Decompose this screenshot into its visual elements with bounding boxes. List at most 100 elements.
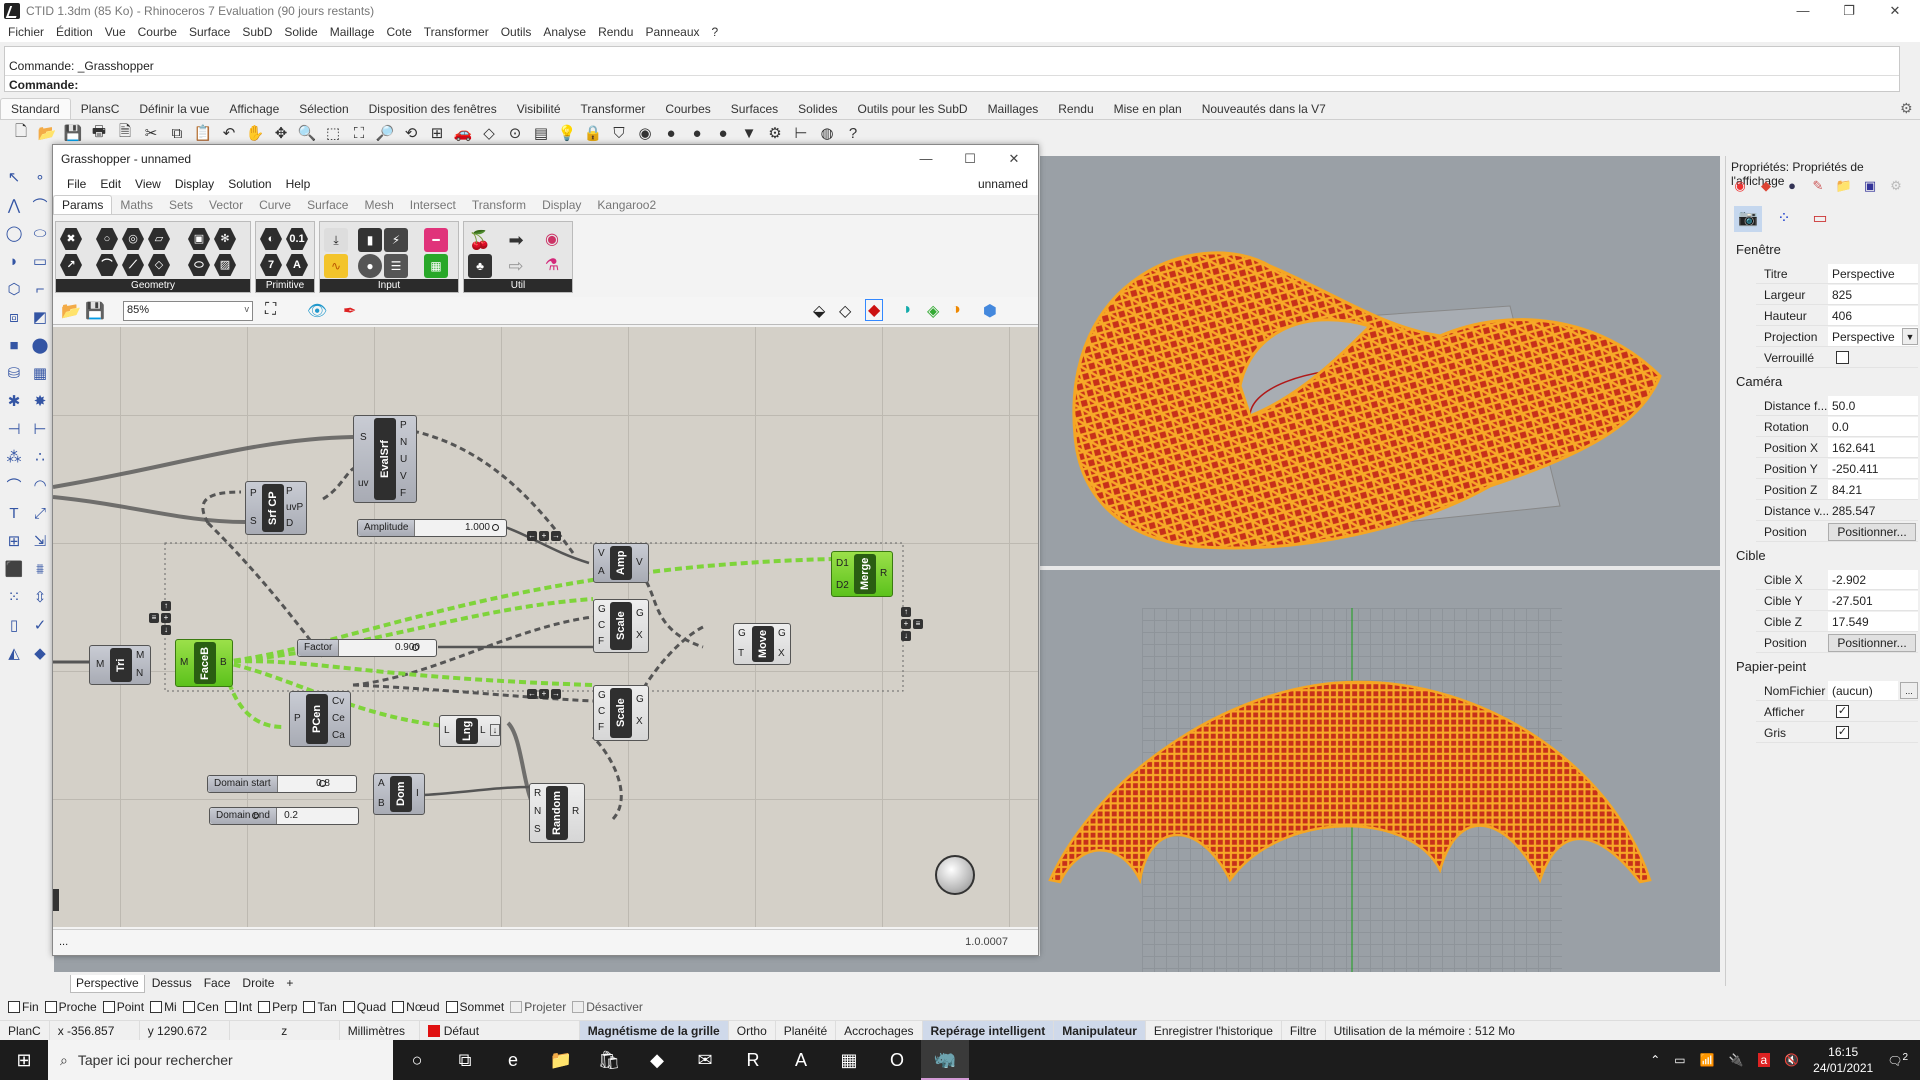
osnap-10[interactable]: Sommet <box>445 1000 504 1014</box>
preview-settings-icon[interactable]: ⬢ <box>983 301 997 321</box>
open-icon[interactable]: 📂 <box>36 122 58 144</box>
merge-component[interactable]: Merge D1 D2 R <box>831 551 893 597</box>
osnap-checkbox[interactable] <box>44 1001 57 1013</box>
polygon-icon[interactable]: ⬡ <box>2 277 26 301</box>
toolbar-tab[interactable]: Disposition des fenêtres <box>359 99 507 119</box>
wallpaper-file-field[interactable]: (aucun) <box>1828 681 1898 700</box>
zui-list-icon[interactable]: ≡ <box>913 619 923 629</box>
arrow-outline-icon[interactable]: ⇨ <box>504 254 528 278</box>
shade-sphere-icon[interactable]: ● <box>686 122 708 144</box>
viewport-tab[interactable]: Dessus <box>147 975 197 993</box>
value-list-icon[interactable]: ☰ <box>384 254 408 278</box>
boolean-toggle-icon[interactable]: ▮ <box>358 228 382 252</box>
filter-icon[interactable]: ▼ <box>738 122 760 144</box>
car-icon[interactable]: 🚗 <box>452 122 474 144</box>
gh-minimize-button[interactable]: — <box>903 148 949 170</box>
frame-icon[interactable]: ▭ <box>1806 206 1834 232</box>
properties-icon[interactable]: ⛉ <box>608 122 630 144</box>
texture-icon[interactable]: ✎ <box>1809 178 1827 196</box>
group-icon[interactable]: ⁂ <box>2 445 26 469</box>
ribbon-group-label[interactable]: Geometry <box>56 279 250 292</box>
close-button[interactable]: ✕ <box>1872 0 1918 22</box>
param-boolean-icon[interactable]: ◐ <box>260 228 282 250</box>
gh-menu-item[interactable]: Solution <box>228 177 271 191</box>
control-knob-icon[interactable]: ● <box>358 254 382 278</box>
windows-start-icon[interactable]: ⊞ <box>0 1050 48 1071</box>
osnap-checkbox[interactable] <box>342 1001 355 1013</box>
no-preview-icon[interactable]: ◇ <box>839 301 851 321</box>
osnap-checkbox[interactable] <box>102 1001 115 1013</box>
point-icon[interactable]: ∘ <box>28 165 52 189</box>
osnap-0[interactable]: Fin <box>8 1000 39 1014</box>
gh-tab[interactable]: Transform <box>464 196 534 214</box>
light-icon[interactable]: ● <box>1783 178 1801 196</box>
notifications-icon[interactable]: 🗨2 <box>1887 1052 1908 1068</box>
gh-tab[interactable]: Curve <box>251 196 299 214</box>
gradient-icon[interactable]: ━ <box>424 228 448 252</box>
slider-knob[interactable] <box>492 524 499 531</box>
toolbar-tab[interactable]: Visibilité <box>507 99 571 119</box>
target-place-button[interactable]: Positionner... <box>1828 634 1916 652</box>
param-number-icon[interactable]: 0.1 <box>286 228 308 250</box>
viewport-front[interactable] <box>1040 570 1720 972</box>
param-subd-icon[interactable]: ▨ <box>214 254 236 276</box>
meet-now-icon[interactable]: ▭ <box>1674 1053 1685 1067</box>
evalsrf-component[interactable]: EvalSrf S uv P N U V F <box>353 415 417 503</box>
toolbar-tab[interactable]: Outils pour les SubD <box>848 99 978 119</box>
verrouille-checkbox[interactable] <box>1836 351 1849 364</box>
ribbon-group-label[interactable]: Primitive <box>256 279 314 292</box>
puzzle-icon[interactable]: ✱ <box>2 389 26 413</box>
antivirus-icon[interactable]: a <box>1757 1053 1771 1067</box>
graph-mapper-icon[interactable]: ∿ <box>324 254 348 278</box>
layer-icon[interactable]: ▤ <box>530 122 552 144</box>
toolbar-tab[interactable]: Rendu <box>1048 99 1103 119</box>
toolbar-tab[interactable]: Standard <box>0 98 71 119</box>
check-icon[interactable]: ✓ <box>28 613 52 637</box>
domain-end-slider[interactable]: Domain end 0.2 <box>209 807 359 825</box>
menu-2[interactable]: Vue <box>105 25 126 39</box>
amp-component[interactable]: Amp V A V <box>593 543 649 583</box>
extrude-icon[interactable]: ⛁ <box>2 361 26 385</box>
param-curve-icon[interactable]: ◎ <box>122 228 144 250</box>
toolbar-tab[interactable]: Sélection <box>289 99 358 119</box>
rotation-field[interactable]: 0.0 <box>1828 417 1918 436</box>
viewport-tab[interactable]: Droite <box>237 975 279 993</box>
fillet-icon[interactable]: ⌐ <box>28 277 52 301</box>
status-toggle[interactable]: Magnétisme de la grille <box>579 1020 729 1041</box>
grasshopper-canvas[interactable]: EvalSrf S uv P N U V F Srf CP P S P uvP … <box>53 327 1038 927</box>
help-panel-icon[interactable]: ▣ <box>1861 178 1879 196</box>
gh-tab[interactable]: Intersect <box>402 196 464 214</box>
color-wheel-icon[interactable]: ◉ <box>1731 178 1749 196</box>
lng-component[interactable]: Lng L L ↓ <box>439 715 501 747</box>
osnap-9[interactable]: Nœud <box>392 1000 440 1014</box>
preview-eye-icon[interactable]: 👁 <box>307 301 327 321</box>
toolbar-tab[interactable]: Affichage <box>219 99 289 119</box>
scale-component[interactable]: Scale G C F G X <box>593 685 649 741</box>
osnap-11[interactable]: Projeter <box>510 1000 566 1014</box>
zui-add-icon[interactable]: + <box>901 619 911 629</box>
menu-10[interactable]: Outils <box>501 25 532 39</box>
gh-menu-item[interactable]: Display <box>175 177 214 191</box>
command-prompt-input[interactable]: Commande: <box>5 75 1899 94</box>
toolbar-tab[interactable]: Définir la vue <box>129 99 219 119</box>
app-red-icon[interactable]: ◆ <box>633 1040 681 1080</box>
settings-icon[interactable]: ⚙ <box>1887 178 1905 196</box>
ribbon-group-label[interactable]: Util <box>464 279 572 292</box>
dimension-icon[interactable]: ⊢ <box>790 122 812 144</box>
gris-checkbox[interactable]: ✓ <box>1836 726 1849 739</box>
status-toggle[interactable]: Accrochages <box>836 1020 923 1041</box>
flask-icon[interactable]: ⚗ <box>540 254 564 278</box>
open-file-icon[interactable]: 📂 <box>61 301 81 321</box>
revit-icon[interactable]: R <box>729 1040 777 1080</box>
gh-close-button[interactable]: ✕ <box>991 148 1037 170</box>
save-icon[interactable]: 💾 <box>62 122 84 144</box>
menu-12[interactable]: Rendu <box>598 25 633 39</box>
menu-11[interactable]: Analyse <box>543 25 586 39</box>
wifi-icon[interactable]: 📶 <box>1700 1053 1715 1067</box>
gh-maximize-button[interactable]: ☐ <box>947 148 993 170</box>
status-toggle[interactable]: Repérage intelligent <box>922 1020 1055 1041</box>
viewport-layout-icon[interactable]: ⊞ <box>426 122 448 144</box>
param-brep-icon[interactable]: ⬭ <box>188 254 210 276</box>
digitizer-icon[interactable]: ⤓ <box>324 228 348 252</box>
material-icon[interactable]: ◆ <box>1757 178 1775 196</box>
